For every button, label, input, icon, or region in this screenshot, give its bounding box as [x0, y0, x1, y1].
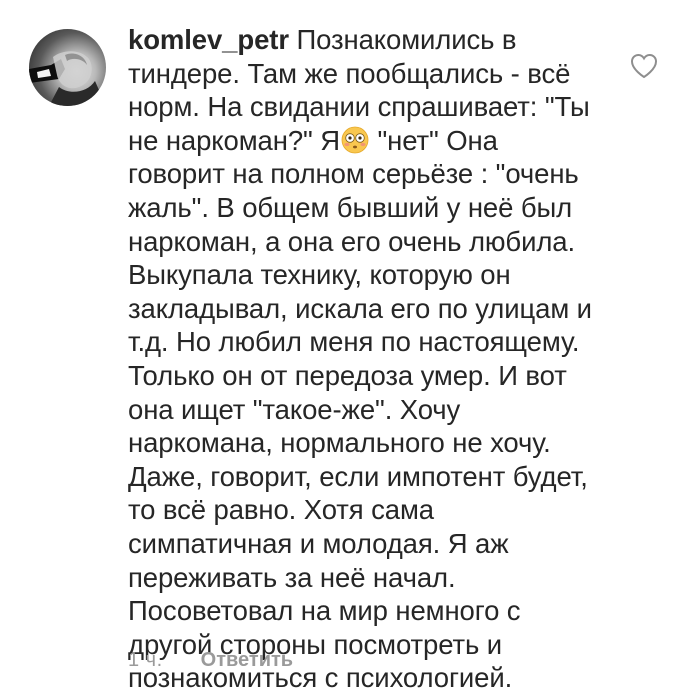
- reply-button[interactable]: Ответить: [201, 647, 293, 673]
- comment-text-part2: "нет" Она говорит на полном серьёзе : "о…: [128, 124, 592, 694]
- flushed-face-emoji: [341, 126, 369, 154]
- comment-text: komlev_petr Познакомились в тиндере. Там…: [128, 23, 598, 695]
- avatar-photo: [29, 51, 106, 106]
- comment-meta: 1 ч. Ответить: [128, 647, 293, 673]
- heart-outline-icon[interactable]: [630, 53, 658, 79]
- comment-timestamp: 1 ч.: [128, 649, 163, 671]
- comment: komlev_petr Познакомились в тиндере. Там…: [0, 0, 700, 695]
- username-link[interactable]: komlev_petr: [128, 24, 289, 55]
- avatar[interactable]: [29, 29, 106, 106]
